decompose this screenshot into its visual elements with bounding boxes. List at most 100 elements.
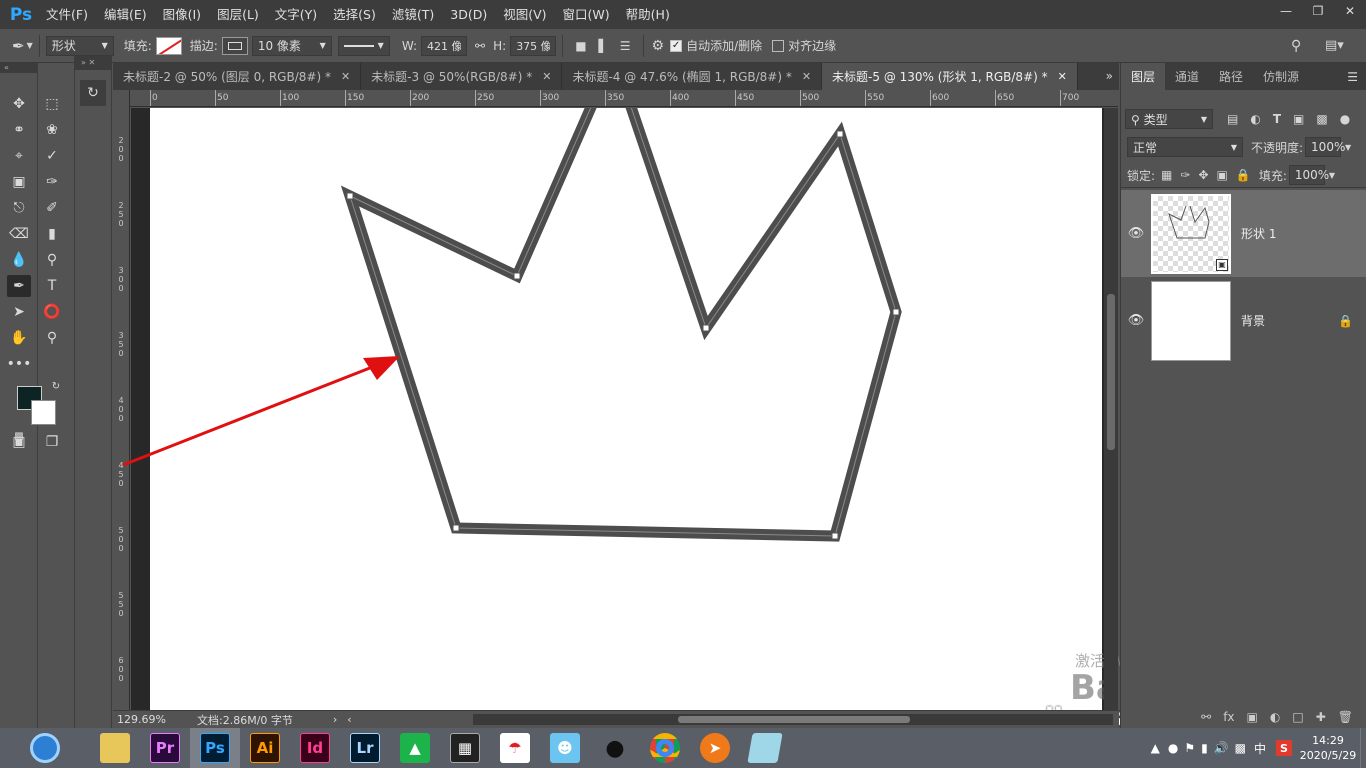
stroke-type-select[interactable]: ▼ bbox=[337, 35, 390, 56]
vertical-scroll-thumb[interactable] bbox=[1107, 294, 1115, 450]
menu-edit[interactable]: 编辑(E) bbox=[96, 0, 155, 29]
chevron-down-icon[interactable]: ▼ bbox=[1329, 171, 1335, 180]
auto-add-delete-checkbox[interactable]: ✓ bbox=[670, 39, 683, 52]
lock-artboard-icon[interactable]: ▣ bbox=[1217, 168, 1228, 182]
layer-style-icon[interactable]: fx bbox=[1223, 710, 1234, 724]
filter-pixel-icon[interactable]: ▤ bbox=[1227, 112, 1238, 126]
search-icon[interactable]: ⚲ bbox=[1291, 38, 1301, 54]
menu-help[interactable]: 帮助(H) bbox=[618, 0, 678, 29]
menu-file[interactable]: 文件(F) bbox=[38, 0, 96, 29]
close-icon[interactable]: ✕ bbox=[1334, 0, 1366, 22]
filter-shape-icon[interactable]: ▣ bbox=[1293, 112, 1304, 126]
dodge-tool-icon[interactable]: ⚲ bbox=[40, 249, 64, 271]
scroll-left-icon[interactable]: ‹ bbox=[347, 713, 351, 726]
ime-indicator[interactable]: 中 bbox=[1254, 740, 1266, 757]
taskbar-app-cat[interactable]: ☻ bbox=[540, 728, 590, 768]
tool-mode-select[interactable]: 形状 ▼ bbox=[45, 35, 114, 56]
menu-layer[interactable]: 图层(L) bbox=[209, 0, 267, 29]
sogou-icon[interactable]: S bbox=[1276, 740, 1292, 756]
stamp-tool-icon[interactable]: ⎋ bbox=[7, 197, 31, 219]
menu-3d[interactable]: 3D(D) bbox=[442, 0, 495, 29]
horizontal-ruler[interactable]: 0 50 100 150 200 250 300 350 400 450 500 550 600 650 7… bbox=[130, 90, 1118, 107]
type-tool-icon[interactable]: T bbox=[40, 275, 64, 297]
link-layers-icon[interactable]: ⚯ bbox=[1201, 710, 1211, 724]
taskbar-premiere[interactable]: Pr bbox=[140, 728, 190, 768]
width-input[interactable]: 421 像素 bbox=[421, 35, 468, 56]
tab-untitled-5[interactable]: 未标题-5 @ 130% (形状 1, RGB/8#) * ✕ bbox=[822, 63, 1078, 90]
marquee-tool-icon[interactable]: ⬚ bbox=[40, 93, 64, 115]
filter-smart-object-icon[interactable]: ▩ bbox=[1316, 112, 1327, 126]
frame-tool-icon[interactable]: ▣ bbox=[7, 171, 31, 193]
horizontal-scrollbar[interactable] bbox=[473, 714, 1113, 725]
hand-tool-icon[interactable]: ✋ bbox=[7, 327, 31, 349]
background-color-swatch[interactable] bbox=[31, 400, 56, 425]
filter-type-icon[interactable]: T bbox=[1273, 112, 1281, 126]
status-menu-icon[interactable]: › bbox=[333, 713, 337, 726]
close-icon[interactable]: ✕ bbox=[1058, 70, 1067, 83]
layer-name[interactable]: 背景 bbox=[1241, 312, 1265, 329]
more-tools-icon[interactable]: ••• bbox=[7, 353, 32, 375]
tray-qq-icon[interactable]: ● bbox=[1168, 741, 1178, 755]
new-layer-icon[interactable]: ✚ bbox=[1316, 710, 1326, 724]
visibility-eye-icon[interactable]: 👁 bbox=[1121, 226, 1151, 241]
volume-icon[interactable]: 🔊 bbox=[1214, 741, 1229, 755]
history-brush-tool-icon[interactable]: ✐ bbox=[40, 197, 64, 219]
layer-row-shape-1[interactable]: 👁 ▣ 形状 1 bbox=[1121, 190, 1366, 277]
layer-name[interactable]: 形状 1 bbox=[1241, 225, 1276, 242]
lock-transparency-icon[interactable]: ▦ bbox=[1161, 168, 1172, 182]
close-icon[interactable]: ✕ bbox=[341, 70, 350, 83]
restore-icon[interactable]: ❐ bbox=[1302, 0, 1334, 22]
document-info[interactable]: 文档:2.86M/0 字节 bbox=[197, 712, 293, 728]
link-icon[interactable]: ⚯ bbox=[475, 39, 485, 53]
panel-menu-icon[interactable]: ☰ bbox=[1347, 70, 1358, 84]
taskbar-app-notes[interactable] bbox=[740, 728, 790, 768]
lock-all-icon[interactable]: 🔒 bbox=[1236, 168, 1251, 182]
vertical-scrollbar[interactable] bbox=[1104, 108, 1118, 710]
zoom-tool-icon[interactable]: ⚲ bbox=[40, 327, 64, 349]
blend-mode-select[interactable]: 正常 ▼ bbox=[1127, 137, 1243, 157]
tabs-overflow-icon[interactable]: » bbox=[1106, 63, 1113, 90]
taskbar-app-umbrella[interactable]: ☂ bbox=[490, 728, 540, 768]
taskbar-video-app[interactable]: ▦ bbox=[440, 728, 490, 768]
crop-tool-icon[interactable]: ⌖ bbox=[7, 145, 31, 167]
taskbar-qq[interactable]: ● bbox=[590, 728, 640, 768]
gear-icon[interactable]: ⚙ bbox=[652, 38, 665, 54]
chevron-down-icon[interactable]: ▼ bbox=[1345, 143, 1351, 152]
path-alignment-icon[interactable]: ▌ bbox=[599, 39, 608, 53]
menu-image[interactable]: 图像(I) bbox=[155, 0, 209, 29]
tray-flag-icon[interactable]: ⚑ bbox=[1184, 741, 1195, 755]
lock-pixels-icon[interactable]: ✑ bbox=[1180, 168, 1190, 182]
visibility-eye-icon[interactable]: 👁 bbox=[1121, 313, 1151, 328]
tray-battery-icon[interactable]: ▮ bbox=[1201, 741, 1208, 755]
layer-filter-select[interactable]: ⚲ 类型 ▼ bbox=[1125, 109, 1213, 129]
lasso-tool-icon[interactable]: ⚭ bbox=[7, 119, 31, 141]
taskbar-chrome[interactable] bbox=[640, 728, 690, 768]
path-operations-icon[interactable]: ■ bbox=[575, 39, 586, 53]
adjustment-layer-icon[interactable]: ◐ bbox=[1270, 710, 1280, 724]
eraser-tool-icon[interactable]: ⌫ bbox=[7, 223, 31, 245]
opacity-input[interactable]: 100% bbox=[1305, 137, 1345, 157]
quick-mask-icon[interactable]: ▣ bbox=[7, 431, 31, 453]
taskbar-indesign[interactable]: Id bbox=[290, 728, 340, 768]
pen-tool-icon[interactable]: ✒ bbox=[7, 275, 31, 297]
zoom-level[interactable]: 129.69% bbox=[117, 713, 197, 726]
network-icon[interactable]: ▩ bbox=[1235, 741, 1246, 755]
swap-colors-icon[interactable]: ↻ bbox=[44, 375, 68, 397]
tab-untitled-4[interactable]: 未标题-4 @ 47.6% (椭圆 1, RGB/8#) * ✕ bbox=[562, 63, 823, 90]
align-edges-checkbox[interactable] bbox=[772, 39, 785, 52]
menu-window[interactable]: 窗口(W) bbox=[555, 0, 618, 29]
history-icon[interactable]: ↻ bbox=[80, 80, 106, 106]
taskbar-app-green[interactable]: ▲ bbox=[390, 728, 440, 768]
close-icon[interactable]: ✕ bbox=[542, 70, 551, 83]
path-arrangement-icon[interactable]: ☰ bbox=[620, 39, 631, 53]
stroke-width-select[interactable]: 10 像素 ▼ bbox=[251, 35, 332, 56]
horizontal-scroll-thumb[interactable] bbox=[678, 716, 910, 723]
gradient-tool-icon[interactable]: ▮ bbox=[40, 223, 64, 245]
ellipse-tool-icon[interactable]: ⭕ bbox=[40, 301, 64, 323]
chevron-down-icon[interactable]: ▼ bbox=[27, 41, 33, 50]
fill-swatch[interactable] bbox=[155, 36, 182, 55]
panel-collapse-icon[interactable]: » ✕ bbox=[75, 56, 111, 70]
fill-input[interactable]: 100% bbox=[1288, 165, 1329, 185]
tab-untitled-2[interactable]: 未标题-2 @ 50% (图层 0, RGB/8#) * ✕ bbox=[113, 63, 362, 90]
screen-mode-icon[interactable]: ❐ bbox=[40, 431, 64, 453]
